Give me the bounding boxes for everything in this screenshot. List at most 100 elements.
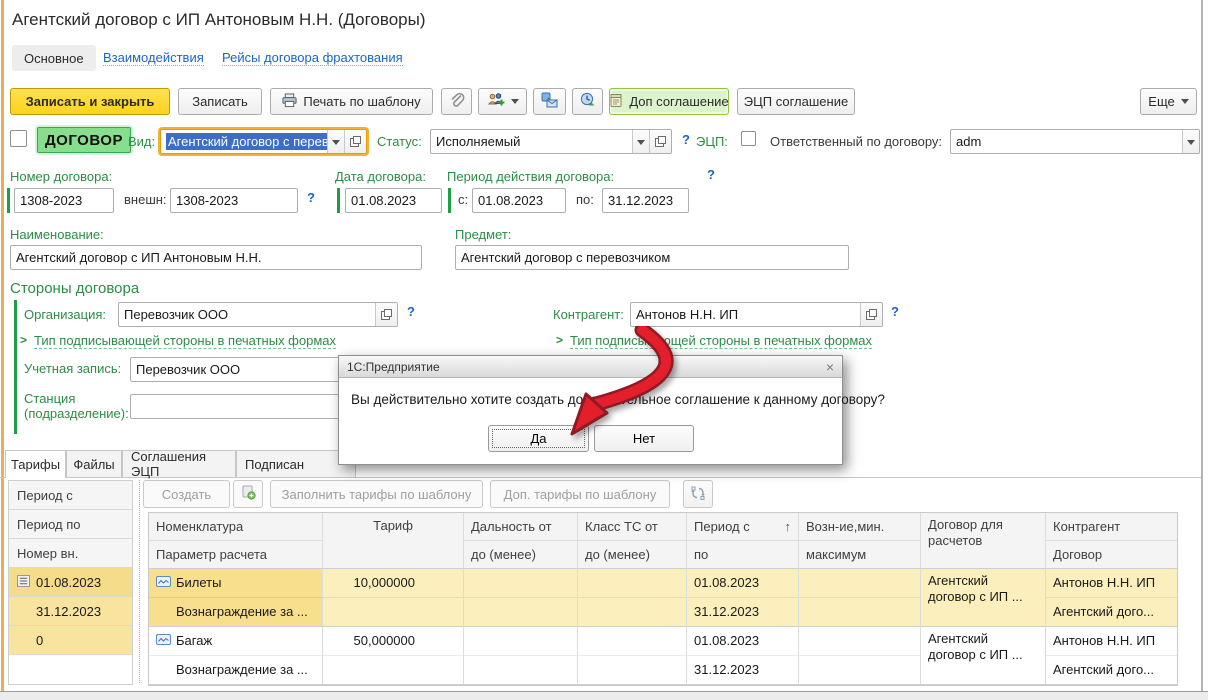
period-to-header[interactable]: Период по: [9, 510, 132, 539]
period-from-header[interactable]: Период с: [9, 481, 132, 510]
table-cell-calc-contract[interactable]: Агентский договор с ИП ...: [921, 569, 1046, 627]
table-cell-distance[interactable]: [464, 569, 578, 627]
subject-value: Агентский договор с перевозчиком: [456, 246, 848, 269]
dropdown-button[interactable]: [1182, 130, 1199, 153]
tab-main[interactable]: Основное: [12, 45, 96, 71]
column-header-distance[interactable]: Дальность от до (менее): [464, 513, 578, 569]
contragent-field[interactable]: Антонов Н.Н. ИП: [630, 302, 883, 327]
help-icon[interactable]: ?: [891, 304, 899, 319]
pane-splitter[interactable]: [139, 480, 140, 683]
dropdown-button[interactable]: [632, 130, 649, 153]
list-item[interactable]: 01.08.2023: [9, 568, 132, 597]
column-header-period[interactable]: Период с↑ по: [687, 513, 799, 569]
table-cell-fee[interactable]: [799, 569, 921, 627]
list-item[interactable]: 31.12.2023: [9, 597, 132, 626]
tab-files[interactable]: Файлы: [66, 450, 122, 477]
confirm-dialog: 1С:Предприятие × Вы действительно хотите…: [338, 355, 843, 465]
sign-type-link-org[interactable]: Тип подписывающей стороны в печатных фор…: [34, 333, 336, 349]
copy-button[interactable]: [233, 480, 263, 508]
help-icon[interactable]: ?: [707, 167, 715, 182]
column-header-calc-contract[interactable]: Договор для расчетов: [921, 513, 1046, 569]
dop-tariffs-button[interactable]: Доп. тарифы по шаблону: [490, 480, 670, 508]
sign-type-link-contragent[interactable]: Тип подписывающей стороны в печатных фор…: [570, 333, 872, 349]
status-value: Исполняемый: [431, 130, 632, 153]
period-to-field[interactable]: 31.12.2023: [602, 188, 689, 213]
column-header-nomenclature[interactable]: Номенклатура Параметр расчета: [149, 513, 323, 569]
mark-checkbox[interactable]: [10, 130, 27, 147]
window-frame-bottom: [0, 691, 1208, 700]
refresh-button[interactable]: [683, 480, 713, 508]
clock-icon: [580, 92, 596, 111]
table-cell-tariff[interactable]: 10,000000: [323, 569, 464, 627]
required-marker: [337, 188, 340, 213]
tab-tariffs[interactable]: Тарифы: [5, 450, 66, 478]
table-cell-vehicle-class[interactable]: [578, 569, 687, 627]
tab-interactions[interactable]: Взаимодействия: [103, 50, 204, 66]
tab-ecp-agreements[interactable]: Соглашения ЭЦП: [122, 450, 236, 477]
history-button[interactable]: [572, 88, 603, 115]
help-icon[interactable]: ?: [682, 132, 690, 147]
table-cell-nomenclature[interactable]: Багаж Вознаграждение за ...: [149, 627, 323, 685]
required-marker: [448, 188, 451, 213]
dop-agreement-button[interactable]: Доп соглашение: [609, 88, 729, 115]
ecp-checkbox[interactable]: [741, 131, 756, 146]
tab-charter-trips[interactable]: Рейсы договора фрахтования: [222, 50, 403, 66]
close-icon[interactable]: ×: [826, 360, 834, 374]
column-header-contragent[interactable]: Контрагент Договор: [1046, 513, 1177, 569]
table-cell-contragent[interactable]: Антонов Н.Н. ИП Агентский дого...: [1046, 627, 1177, 685]
kind-field[interactable]: Агентский договор с перевозчи: [160, 129, 367, 154]
table-cell-period[interactable]: 01.08.2023 31.12.2023: [687, 627, 799, 685]
create-button[interactable]: Создать: [143, 480, 230, 508]
kind-label: Вид:: [128, 134, 155, 149]
chevron-down-icon: [511, 99, 519, 108]
table-cell-contragent[interactable]: Антонов Н.Н. ИП Агентский дого...: [1046, 569, 1177, 627]
open-button[interactable]: [649, 130, 671, 153]
column-header-vehicle-class[interactable]: Класс ТС от до (менее): [578, 513, 687, 569]
table-cell-nomenclature[interactable]: Билеты Вознаграждение за ...: [149, 569, 323, 627]
open-button[interactable]: [344, 130, 366, 153]
ecp-agreement-button[interactable]: ЭЦП соглашение: [737, 88, 855, 115]
open-button[interactable]: [860, 303, 882, 326]
period-from-value: 01.08.2023: [473, 189, 565, 212]
period-from-field[interactable]: 01.08.2023: [472, 188, 566, 213]
open-button[interactable]: [375, 303, 397, 326]
table-cell-calc-contract[interactable]: Агентский договор с ИП ...: [921, 627, 1046, 685]
number-field[interactable]: 1308-2023: [14, 188, 114, 213]
dialog-message: Вы действительно хотите создать дополнит…: [351, 392, 885, 407]
table-cell-tariff[interactable]: 50,000000: [323, 627, 464, 685]
current-row-icon: [17, 575, 30, 590]
send-email-button[interactable]: [533, 88, 566, 115]
table-cell-period[interactable]: 01.08.2023 31.12.2023: [687, 569, 799, 627]
help-icon[interactable]: ?: [407, 304, 415, 319]
date-field[interactable]: 01.08.2023: [345, 188, 442, 213]
dropdown-button[interactable]: [327, 130, 344, 153]
name-field[interactable]: Агентский договор с ИП Антоновым Н.Н.: [10, 245, 422, 270]
internal-number-header[interactable]: Номер вн.: [9, 539, 132, 568]
column-header-tariff[interactable]: Тариф: [323, 513, 464, 569]
column-header-fee[interactable]: Возн-ие,мин. максимум: [799, 513, 921, 569]
list-item[interactable]: 0: [9, 626, 132, 655]
organization-field[interactable]: Перевозчик ООО: [118, 302, 398, 327]
paperclip-icon: [449, 92, 465, 111]
status-field[interactable]: Исполняемый: [430, 129, 672, 154]
table-cell-fee[interactable]: [799, 627, 921, 685]
save-close-button[interactable]: Записать и закрыть: [10, 88, 170, 115]
save-button[interactable]: Записать: [178, 88, 262, 115]
station-label: Станция: [24, 391, 75, 406]
table-cell-distance[interactable]: [464, 627, 578, 685]
external-number-field[interactable]: 1308-2023: [170, 188, 298, 213]
list-item-empty[interactable]: [9, 655, 132, 684]
account-label: Учетная запись:: [24, 361, 121, 376]
attach-button[interactable]: [441, 88, 472, 115]
add-contact-button[interactable]: [478, 88, 527, 115]
yes-button[interactable]: Да: [488, 425, 589, 452]
subject-field[interactable]: Агентский договор с перевозчиком: [455, 245, 849, 270]
help-icon[interactable]: ?: [307, 190, 315, 205]
print-button[interactable]: Печать по шаблону: [270, 88, 433, 115]
responsible-field[interactable]: adm: [950, 129, 1200, 154]
more-button[interactable]: Еще: [1140, 88, 1197, 115]
no-button[interactable]: Нет: [594, 425, 694, 452]
contract-form-window: Агентский договор с ИП Антоновым Н.Н. (Д…: [0, 0, 1208, 700]
table-cell-vehicle-class[interactable]: [578, 627, 687, 685]
fill-tariffs-button[interactable]: Заполнить тарифы по шаблону: [270, 480, 483, 508]
